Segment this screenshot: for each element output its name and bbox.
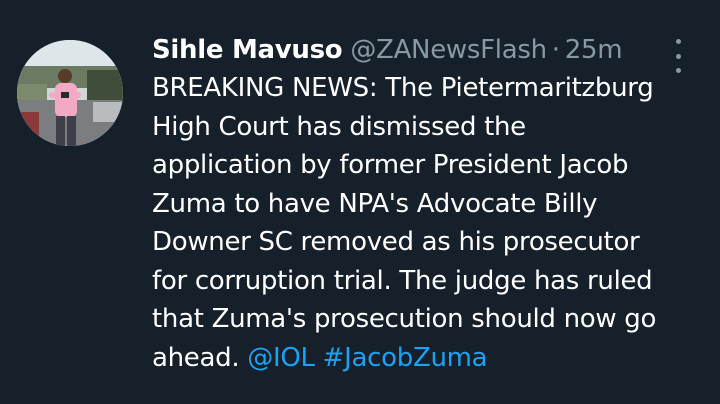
tweet-text-line: Downer SC removed as his prosecutor — [152, 227, 640, 257]
more-vertical-icon-dot — [675, 68, 681, 73]
hashtag-link[interactable]: #JacobZuma — [323, 343, 488, 373]
tweet-text-line: Zuma to have NPA's Advocate Billy — [152, 188, 598, 219]
more-options-button[interactable] — [669, 39, 687, 73]
mention-link[interactable]: @IOL — [247, 343, 315, 373]
more-vertical-icon — [675, 39, 681, 44]
tweet-text-line: High Court has dismissed the — [152, 111, 526, 142]
avatar[interactable] — [17, 40, 123, 146]
author-handle[interactable]: @ZANewsFlash — [350, 31, 547, 69]
author-name[interactable]: Sihle Mavuso — [152, 31, 343, 69]
tweet-text: BREAKING NEWS: The Pietermaritzburg High… — [152, 69, 697, 377]
profile-photo — [17, 40, 123, 146]
tweet-header: Sihle Mavuso @ZANewsFlash · 25m — [152, 31, 697, 69]
tweet[interactable]: Sihle Mavuso @ZANewsFlash · 25m BREAKING… — [0, 0, 720, 404]
tweet-text-line: that Zuma's prosecution should now go — [152, 304, 657, 334]
tweet-text-line: BREAKING NEWS: The Pietermaritzburg — [152, 73, 654, 103]
tweet-text-line: for corruption trial. The judge has rule… — [152, 265, 653, 296]
more-vertical-icon-dot — [675, 53, 681, 59]
tweet-text-last-line: ahead. @IOL #JacobZuma — [152, 339, 697, 378]
tweet-content: Sihle Mavuso @ZANewsFlash · 25m BREAKING… — [152, 31, 697, 377]
header-separator: · — [551, 35, 560, 65]
tweet-text-tail: ahead. — [152, 342, 240, 373]
tweet-text-line: application by former President Jacob — [152, 150, 629, 180]
tweet-timestamp[interactable]: 25m — [565, 31, 623, 69]
